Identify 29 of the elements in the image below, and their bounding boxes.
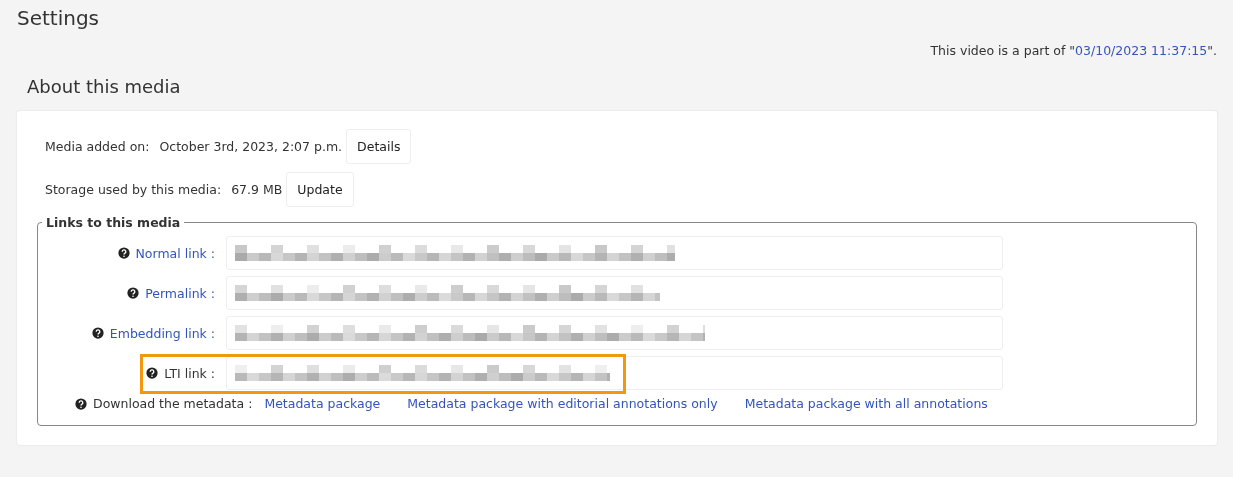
metadata-link[interactable]: Metadata package with editorial annotations only [407, 396, 718, 411]
link-field[interactable] [226, 316, 1003, 350]
link-field[interactable] [226, 276, 1003, 310]
link-field[interactable] [226, 356, 1003, 390]
help-icon[interactable] [146, 367, 159, 379]
link-field[interactable] [226, 236, 1003, 270]
help-icon[interactable] [91, 327, 104, 339]
link-label[interactable]: Embedding link : [109, 325, 215, 341]
collection-link[interactable]: 03/10/2023 11:37:15 [1075, 43, 1208, 58]
metadata-link[interactable]: Metadata package [264, 396, 381, 411]
storage-label: Storage used by this media: [45, 182, 222, 197]
link-label[interactable]: Normal link : [135, 245, 215, 261]
details-button[interactable]: Details [346, 129, 412, 164]
link-label: LTI link : [164, 365, 215, 381]
metadata-link[interactable]: Metadata package with all annotations [744, 396, 988, 411]
link-label[interactable]: Permalink : [145, 285, 215, 301]
links-legend: Links to this media [42, 215, 185, 230]
help-icon[interactable] [75, 397, 87, 410]
help-icon[interactable] [117, 247, 130, 259]
section-title: About this media [27, 76, 182, 97]
page-title: Settings [17, 6, 101, 30]
added-value: October 3rd, 2023, 2:07 p.m. [159, 139, 343, 154]
download-label: Download the metadata : [93, 396, 253, 411]
part-of-text-end: ". [1207, 43, 1217, 58]
update-button[interactable]: Update [286, 172, 354, 207]
part-of-text: This video is a part of " [930, 43, 1076, 58]
help-icon[interactable] [127, 287, 140, 299]
storage-value: 67.9 MB [231, 182, 283, 197]
added-label: Media added on: [45, 139, 150, 154]
